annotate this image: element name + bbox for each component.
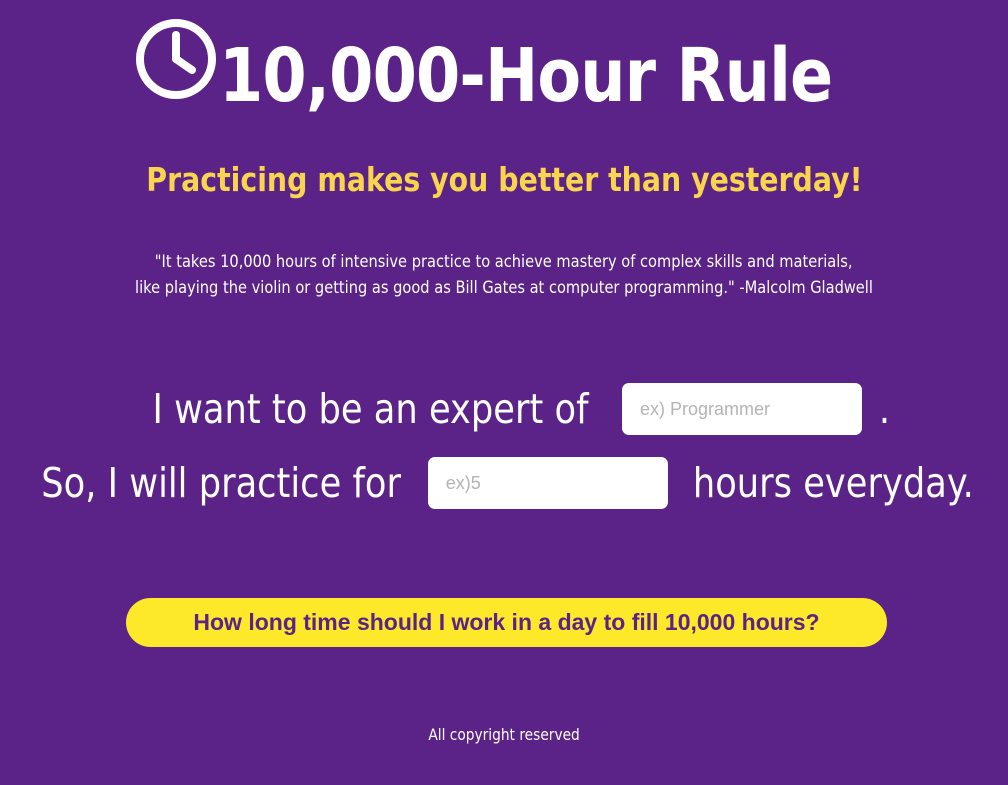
footer: All copyright reserved [0,723,1008,747]
hours-row: So, I will practice for hours everyday. [0,454,1008,512]
copyright-text: All copyright reserved [428,725,580,744]
quote-line-2: like playing the violin or getting as go… [135,278,873,298]
expert-label: I want to be an expert of [152,385,589,433]
quote-line-1: "It takes 10,000 hours of intensive prac… [155,252,853,272]
clock-icon [135,18,217,125]
hours-suffix: hours everyday. [692,459,974,507]
expert-row: I want to be an expert of . [0,380,1008,438]
expert-period: . [878,385,891,433]
subtitle: Practicing makes you better than yesterd… [0,156,1008,204]
subtitle-text: Practicing makes you better than yesterd… [145,160,863,199]
expert-field[interactable] [621,383,862,435]
hours-field[interactable] [427,457,668,509]
quote: "It takes 10,000 hours of intensive prac… [0,249,1008,301]
page-title: 10,000-Hour Rule [0,18,1008,126]
hours-label: So, I will practice for [40,459,401,507]
page-title-text: 10,000-Hour Rule [219,33,833,120]
calculate-button[interactable]: How long time should I work in a day to … [126,598,887,647]
